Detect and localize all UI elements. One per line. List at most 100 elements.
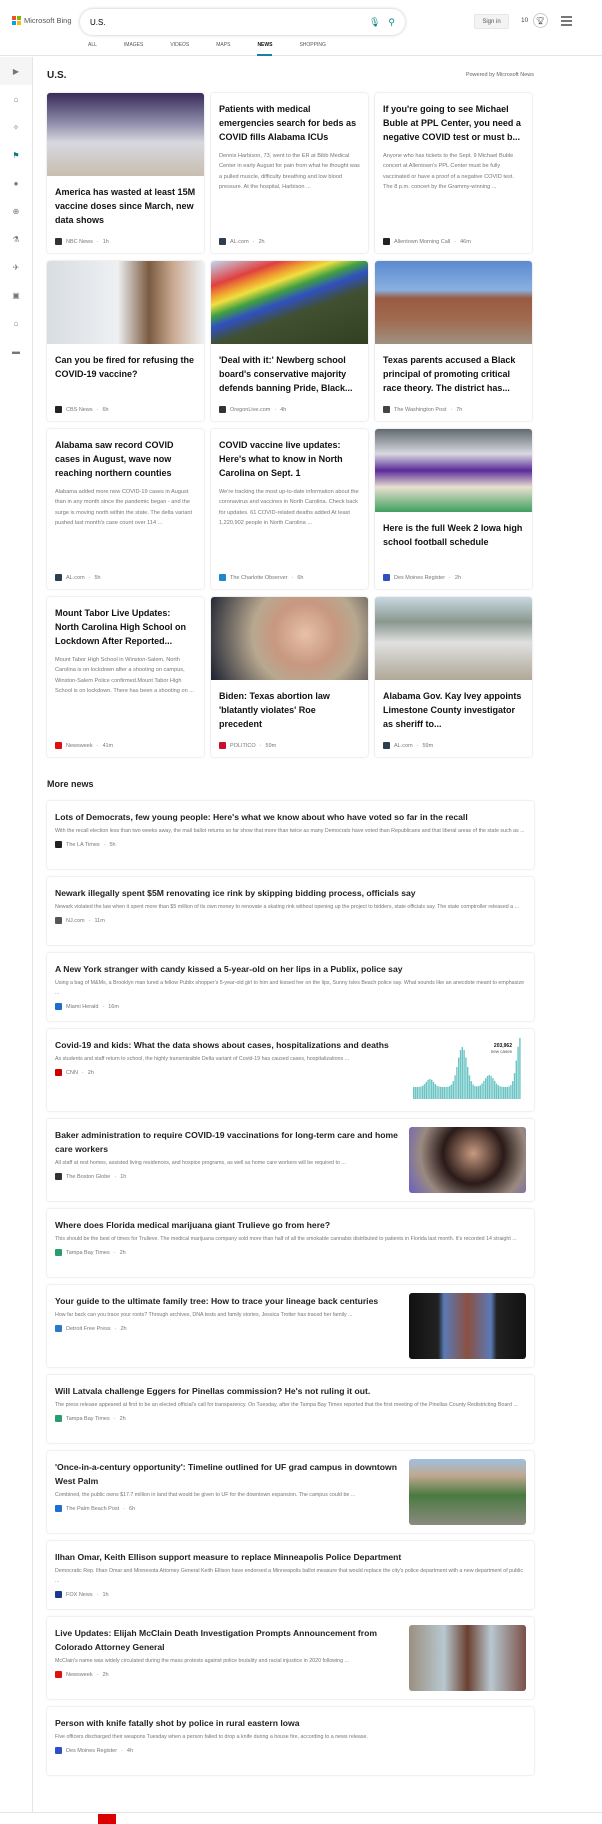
tab-images[interactable]: IMAGES	[124, 40, 143, 56]
publisher-name[interactable]: NBC News	[66, 239, 93, 245]
microphone-icon[interactable]: 🎙︎	[369, 17, 380, 28]
more-news-title[interactable]: Will Latvala challenge Eggers for Pinell…	[55, 1384, 526, 1398]
news-card[interactable]: 'Deal with it:' Newberg school board's c…	[211, 261, 368, 421]
more-news-title[interactable]: Newark illegally spent $5M renovating ic…	[55, 886, 526, 900]
more-news-item[interactable]: Newark illegally spent $5M renovating ic…	[47, 877, 534, 945]
publisher-name[interactable]: CNN	[66, 1070, 78, 1076]
sidebar-item-expand[interactable]: ▶	[0, 57, 32, 85]
news-card[interactable]: Biden: Texas abortion law 'blatantly vio…	[211, 597, 368, 757]
science-icon: ✧	[12, 122, 20, 132]
sign-in-button[interactable]: Sign in	[474, 14, 509, 29]
publisher-name[interactable]: The LA Times	[66, 842, 100, 848]
publisher-name[interactable]: POLITICO	[230, 743, 256, 749]
tab-videos[interactable]: VIDEOS	[170, 40, 189, 56]
news-card[interactable]: Alabama saw record COVID cases in August…	[47, 429, 204, 589]
publisher-name[interactable]: Allentown Morning Call	[394, 239, 450, 245]
publisher-name[interactable]: Tampa Bay Times	[66, 1416, 110, 1422]
chart-bar	[517, 1046, 519, 1099]
bing-logo[interactable]: Microsoft Bing	[12, 16, 72, 25]
news-card[interactable]: Can you be fired for refusing the COVID-…	[47, 261, 204, 421]
more-news-title[interactable]: Ilhan Omar, Keith Ellison support measur…	[55, 1550, 526, 1564]
more-news-title[interactable]: Where does Florida medical marijuana gia…	[55, 1218, 526, 1232]
publisher-name[interactable]: Newsweek	[66, 743, 93, 749]
sidebar-item-entertainment[interactable]: ▣	[0, 281, 32, 309]
more-news-item[interactable]: Will Latvala challenge Eggers for Pinell…	[47, 1375, 534, 1443]
powered-by[interactable]: Powered by Microsoft News	[466, 72, 534, 78]
sidebar-item-science[interactable]: ✧	[0, 113, 32, 141]
publisher-name[interactable]: Tampa Bay Times	[66, 1250, 110, 1256]
news-card[interactable]: If you're going to see Michael Buble at …	[375, 93, 532, 253]
news-card-title[interactable]: Texas parents accused a Black principal …	[375, 344, 532, 395]
rewards-trophy-icon[interactable]: 🏆︎	[533, 13, 548, 28]
sidebar-item-local[interactable]: ●	[0, 169, 32, 197]
news-card[interactable]: America has wasted at least 15M vaccine …	[47, 93, 204, 253]
publisher-name[interactable]: OregonLive.com	[230, 407, 270, 413]
publisher-name[interactable]: Des Moines Register	[394, 575, 445, 581]
news-card-title[interactable]: Here is the full Week 2 Iowa high school…	[375, 512, 532, 549]
publisher-name[interactable]: The Washington Post	[394, 407, 446, 413]
news-card-title[interactable]: Mount Tabor Live Updates: North Carolina…	[47, 597, 204, 648]
sidebar-item-politics[interactable]: ⌂	[0, 309, 32, 337]
publisher-name[interactable]: The Boston Globe	[66, 1174, 110, 1180]
hamburger-menu-icon[interactable]	[561, 16, 572, 28]
publisher-name[interactable]: CBS News	[66, 407, 93, 413]
publisher-name[interactable]: Des Moines Register	[66, 1748, 117, 1754]
publisher-name[interactable]: AL.com	[394, 743, 413, 749]
tab-all[interactable]: ALL	[88, 40, 97, 56]
tab-news[interactable]: NEWS	[257, 40, 273, 56]
tab-shopping[interactable]: SHOPPING	[299, 40, 325, 56]
publisher-name[interactable]: FOX News	[66, 1592, 93, 1598]
more-news-item[interactable]: A New York stranger with candy kissed a …	[47, 953, 534, 1021]
news-card[interactable]: Here is the full Week 2 Iowa high school…	[375, 429, 532, 589]
sidebar-item-world[interactable]: ⊕	[0, 197, 32, 225]
news-card-title[interactable]: Patients with medical emergencies search…	[211, 93, 368, 144]
publisher-name[interactable]: The Palm Beach Post	[66, 1506, 119, 1512]
sidebar-item-us[interactable]: ⚑	[0, 141, 32, 169]
more-news-item[interactable]: Lots of Democrats, few young people: Her…	[47, 801, 534, 869]
more-news-item[interactable]: Your guide to the ultimate family tree: …	[47, 1285, 534, 1367]
publisher-name[interactable]: Miami Herald	[66, 1004, 98, 1010]
news-card-title[interactable]: 'Deal with it:' Newberg school board's c…	[211, 344, 368, 395]
more-news-item[interactable]: Person with knife fatally shot by police…	[47, 1707, 534, 1775]
publisher-name[interactable]: The Charlotte Observer	[230, 575, 287, 581]
search-icon[interactable]: ⚲	[388, 17, 395, 28]
search-input[interactable]	[90, 17, 361, 27]
news-card-title[interactable]: Alabama saw record COVID cases in August…	[47, 429, 204, 480]
more-news-title[interactable]: 'Once-in-a-century opportunity': Timelin…	[55, 1460, 399, 1488]
more-news-item[interactable]: Covid-19 and kids: What the data shows a…	[47, 1029, 534, 1111]
sidebar-item-technology[interactable]: ✈	[0, 253, 32, 281]
publisher-name[interactable]: Newsweek	[66, 1672, 93, 1678]
news-card-title[interactable]: If you're going to see Michael Buble at …	[375, 93, 532, 144]
publisher-name[interactable]: NJ.com	[66, 918, 85, 924]
news-card[interactable]: Mount Tabor Live Updates: North Carolina…	[47, 597, 204, 757]
sidebar-item-home[interactable]: ⌂	[0, 85, 32, 113]
publisher-name[interactable]: AL.com	[66, 575, 85, 581]
news-card-title[interactable]: America has wasted at least 15M vaccine …	[47, 176, 204, 227]
more-news-item[interactable]: Baker administration to require COVID-19…	[47, 1119, 534, 1201]
publisher-name[interactable]: AL.com	[230, 239, 249, 245]
more-news-title[interactable]: Your guide to the ultimate family tree: …	[55, 1294, 399, 1308]
sidebar-item-science-lab[interactable]: ⚗	[0, 225, 32, 253]
news-card[interactable]: Alabama Gov. Kay Ivey appoints Limestone…	[375, 597, 532, 757]
more-news-item[interactable]: Where does Florida medical marijuana gia…	[47, 1209, 534, 1277]
news-card[interactable]: COVID vaccine live updates: Here's what …	[211, 429, 368, 589]
publisher-name[interactable]: Detroit Free Press	[66, 1326, 111, 1332]
news-card-title[interactable]: COVID vaccine live updates: Here's what …	[211, 429, 368, 480]
news-card-title[interactable]: Alabama Gov. Kay Ivey appoints Limestone…	[375, 680, 532, 731]
more-news-title[interactable]: Live Updates: Elijah McClain Death Inves…	[55, 1626, 399, 1654]
sidebar-item-money[interactable]: ▬	[0, 337, 32, 365]
chart-bar	[479, 1085, 481, 1099]
more-news-title[interactable]: Lots of Democrats, few young people: Her…	[55, 810, 526, 824]
more-news-title[interactable]: Baker administration to require COVID-19…	[55, 1128, 399, 1156]
news-card[interactable]: Texas parents accused a Black principal …	[375, 261, 532, 421]
news-card-title[interactable]: Biden: Texas abortion law 'blatantly vio…	[211, 680, 368, 731]
more-news-title[interactable]: Covid-19 and kids: What the data shows a…	[55, 1038, 399, 1052]
tab-maps[interactable]: MAPS	[216, 40, 230, 56]
news-card[interactable]: Patients with medical emergencies search…	[211, 93, 368, 253]
more-news-item[interactable]: Live Updates: Elijah McClain Death Inves…	[47, 1617, 534, 1699]
more-news-title[interactable]: A New York stranger with candy kissed a …	[55, 962, 526, 976]
more-news-item[interactable]: Ilhan Omar, Keith Ellison support measur…	[47, 1541, 534, 1609]
more-news-item[interactable]: 'Once-in-a-century opportunity': Timelin…	[47, 1451, 534, 1533]
more-news-title[interactable]: Person with knife fatally shot by police…	[55, 1716, 526, 1730]
news-card-title[interactable]: Can you be fired for refusing the COVID-…	[47, 344, 204, 381]
